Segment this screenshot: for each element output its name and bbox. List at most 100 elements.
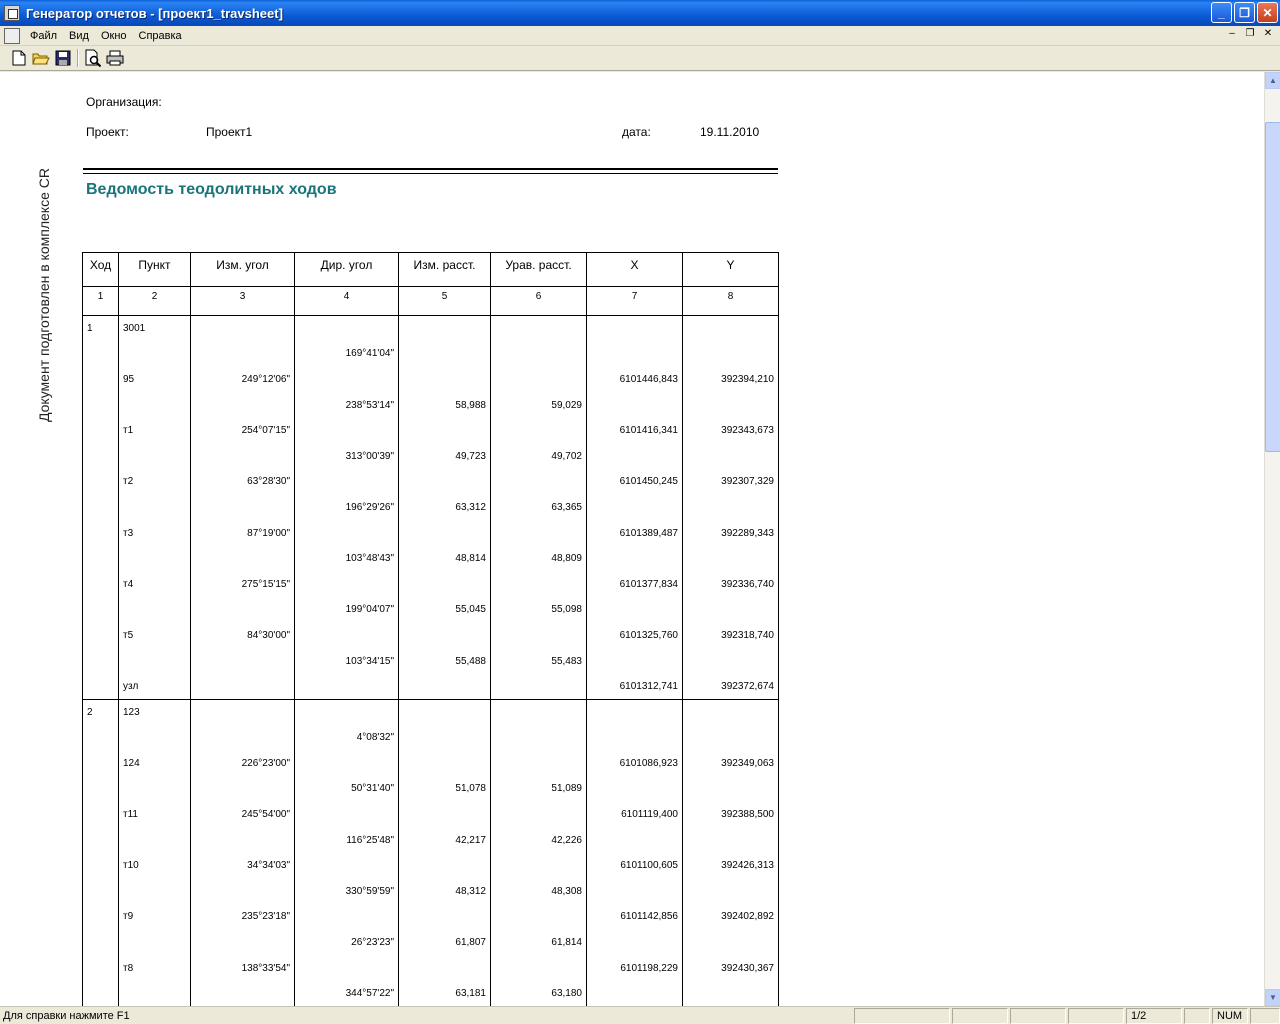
col-header: Пункт [118,252,191,287]
measured-angle-cell: 63°28'30" [190,469,295,495]
menu-help[interactable]: Справка [133,30,188,42]
x-cell [586,392,683,418]
measured-angle-cell: 34°34'03" [190,852,295,879]
hod-cell [82,725,119,751]
point-cell: 95 [118,366,191,393]
adjusted-distance-cell [490,366,587,393]
measured-angle-cell [190,494,295,521]
save-button[interactable] [52,47,74,69]
hod-cell [82,571,119,598]
hod-cell: 1 [82,315,119,342]
point-cell [118,878,191,905]
measured-angle-cell [190,443,295,470]
close-icon: ✕ [1262,5,1273,20]
print-preview-button[interactable] [82,47,104,69]
table-row: 103°34'15" 55,488 55,483 [82,648,779,674]
table-row: 199°04'07" 55,045 55,098 [82,597,779,623]
bearing-cell [294,955,399,981]
print-button[interactable] [104,47,126,69]
title-bar[interactable]: Генератор отчетов - [проект1_travsheet] … [0,0,1280,26]
y-cell: 392349,063 [682,750,779,777]
y-cell [682,698,779,725]
header-rule [83,168,778,170]
x-cell: 6101446,843 [586,366,683,393]
close-button[interactable]: ✕ [1257,2,1278,23]
traverse-table: Ход Пункт Изм. угол Дир. угол Изм. расст… [82,252,779,1006]
table-row: 26°23'23" 61,807 61,814 [82,929,779,956]
mdi-close-button[interactable]: ✕ [1260,28,1276,42]
measured-angle-cell [190,341,295,367]
y-cell: 392289,343 [682,520,779,546]
header-rule-thin [83,173,778,174]
measured-angle-cell [190,929,295,956]
mdi-minimize-button[interactable]: – [1224,28,1240,42]
measured-distance-cell [398,366,491,393]
hod-cell [82,545,119,572]
hod-cell: 2 [82,698,119,725]
table-row: т1 254°07'15" 6101416,341 392343,673 [82,417,779,444]
project-value: Проект1 [206,125,253,139]
x-cell [586,341,683,367]
open-button[interactable] [30,47,52,69]
restore-icon: ❐ [1239,5,1250,20]
measured-angle-cell [190,648,295,674]
menu-bar: Файл Вид Окно Справка – ❐ ✕ [0,26,1280,46]
table-row: 50°31'40" 51,078 51,089 [82,776,779,802]
point-cell [118,827,191,853]
y-cell [682,494,779,521]
bearing-cell [294,469,399,495]
mdi-restore-button[interactable]: ❐ [1242,28,1258,42]
y-cell [682,776,779,802]
y-cell [682,392,779,418]
adjusted-distance-cell [490,520,587,546]
minimize-button[interactable]: _ [1211,2,1232,23]
new-button[interactable] [8,47,30,69]
x-cell: 6101389,487 [586,520,683,546]
adjusted-distance-cell: 42,226 [490,827,587,853]
adjusted-distance-cell [490,750,587,777]
point-cell: т5 [118,622,191,649]
scroll-thumb[interactable] [1265,122,1280,452]
print-icon [106,50,124,66]
y-cell [682,725,779,751]
measured-angle-cell [190,315,295,342]
vertical-scrollbar[interactable]: ▲ ▼ [1264,72,1280,1006]
page-indicator: 1/2 [1126,1007,1182,1024]
app-icon[interactable] [4,5,20,21]
menu-window[interactable]: Окно [95,30,133,42]
point-cell: 123 [118,698,191,725]
table-row: т4 275°15'15" 6101377,834 392336,740 [82,571,779,598]
toolbar-separator [77,49,79,67]
col-header: Ход [82,252,119,287]
hod-cell [82,622,119,649]
bearing-cell [294,673,399,700]
y-cell [682,597,779,623]
adjusted-distance-cell [490,469,587,495]
scroll-up-button[interactable]: ▲ [1265,72,1280,89]
hod-cell [82,392,119,418]
status-bar: Для справки нажмите F1 1/2 NUM [0,1006,1280,1024]
measured-angle-cell [190,392,295,418]
measured-distance-cell [398,520,491,546]
table-colnum-row: 1 2 3 4 5 6 7 8 [82,286,779,316]
bearing-cell [294,622,399,649]
adjusted-distance-cell: 51,089 [490,776,587,802]
y-cell: 392318,740 [682,622,779,649]
report-preview[interactable]: Документ подготовлен в комплексе CR Орга… [0,72,1264,1006]
restore-button[interactable]: ❐ [1234,2,1255,23]
x-cell [586,980,683,1006]
menu-file[interactable]: Файл [24,30,63,42]
measured-angle-cell: 249°12'06" [190,366,295,393]
scroll-down-button[interactable]: ▼ [1265,989,1280,1006]
status-pane [1068,1007,1124,1024]
measured-distance-cell [398,673,491,700]
table-row: узл 6101312,741 392372,674 [82,673,779,700]
bearing-cell [294,852,399,879]
document-icon[interactable] [4,27,20,44]
menu-view[interactable]: Вид [63,30,95,42]
measured-angle-cell [190,698,295,725]
bearing-cell: 50°31'40" [294,776,399,802]
hod-cell [82,955,119,981]
hod-cell [82,597,119,623]
toolbar [0,46,1280,71]
